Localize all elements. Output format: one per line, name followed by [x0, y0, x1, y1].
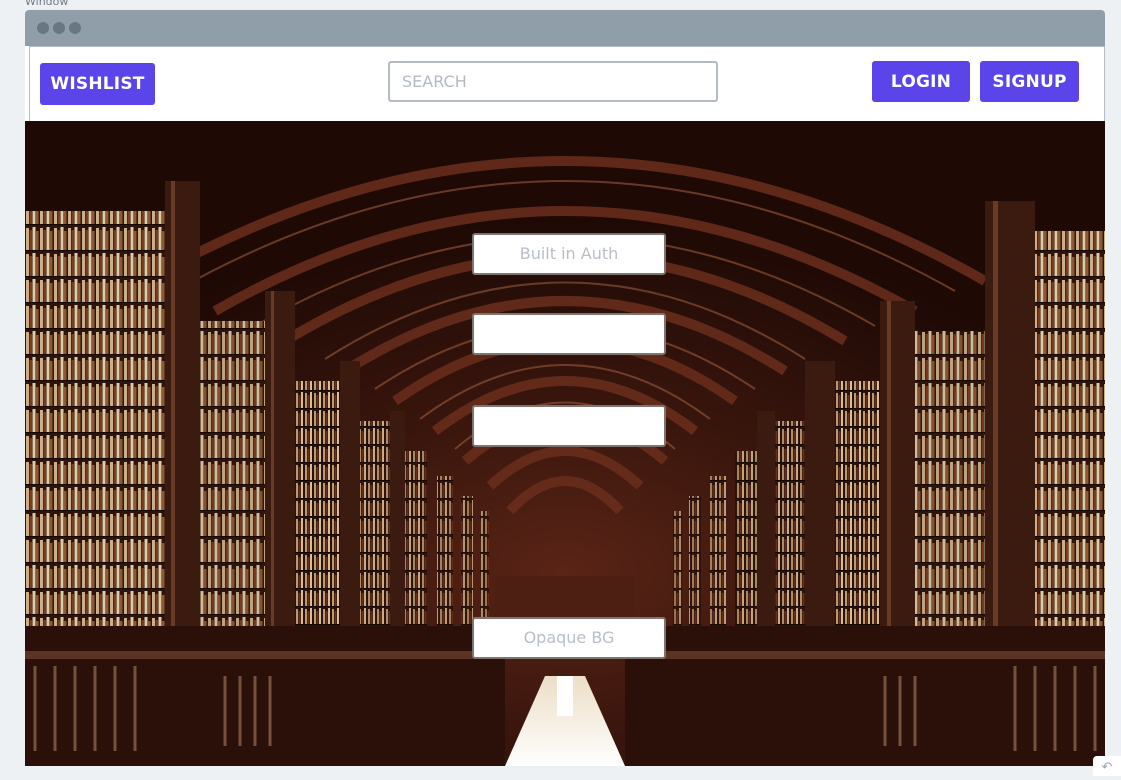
undo-icon[interactable]: ↶ [1093, 756, 1121, 776]
built-in-auth-box: Built in Auth [472, 233, 666, 275]
wishlist-button[interactable]: WISHLIST [40, 63, 155, 105]
top-navbar: WISHLIST LOGIN SIGNUP [29, 46, 1105, 122]
window-caption: Window [25, 0, 68, 8]
app-window: WISHLIST LOGIN SIGNUP [25, 10, 1105, 766]
close-dot-icon[interactable] [37, 22, 49, 34]
password-input[interactable] [472, 405, 666, 447]
username-input[interactable] [472, 313, 666, 355]
minimize-dot-icon[interactable] [53, 22, 65, 34]
library-background-image: Built in Auth Opaque BG [25, 121, 1105, 766]
signup-button[interactable]: SIGNUP [980, 61, 1079, 102]
search-input[interactable] [388, 61, 718, 102]
opaque-bg-box: Opaque BG [472, 617, 666, 659]
window-titlebar[interactable] [25, 10, 1105, 46]
maximize-dot-icon[interactable] [69, 22, 81, 34]
login-button[interactable]: LOGIN [872, 61, 970, 102]
